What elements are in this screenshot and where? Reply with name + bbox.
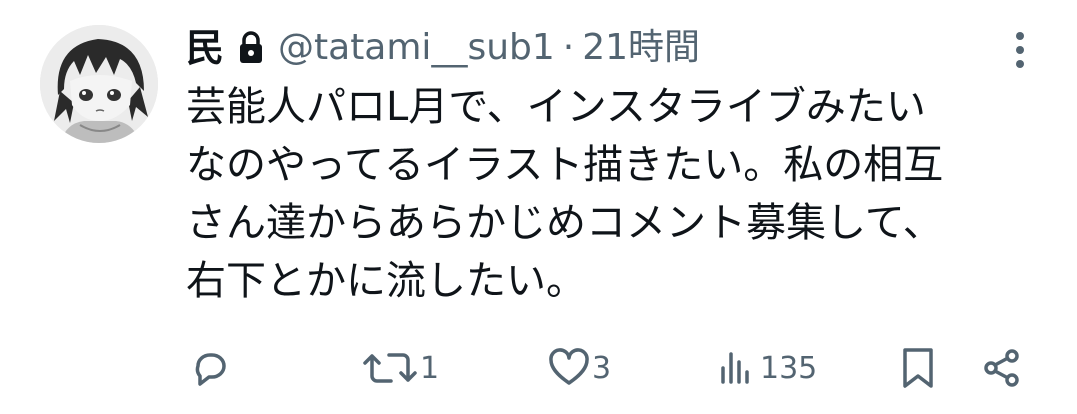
more-icon[interactable] — [1008, 30, 1032, 70]
bookmark-icon — [900, 346, 936, 390]
like-button[interactable]: 3 — [548, 340, 611, 396]
share-icon — [982, 348, 1022, 388]
bookmark-button[interactable] — [900, 340, 936, 396]
action-bar: 1 3 135 — [186, 340, 1036, 396]
retweet-button[interactable]: 1 — [362, 340, 439, 396]
tweet[interactable]: 民 @tatami__sub1 · 21時間 芸能人パロL月で、インスタライブみ… — [0, 0, 1077, 414]
views-icon — [718, 348, 758, 388]
tweet-header: 民 @tatami__sub1 · 21時間 — [186, 18, 700, 78]
separator-dot: · — [562, 27, 575, 68]
like-count: 3 — [592, 350, 612, 386]
views-button[interactable]: 135 — [718, 340, 817, 396]
lock-icon — [238, 31, 264, 65]
tweet-text: 芸能人パロL月で、インスタライブみたい なのやってるイラスト描きたい。私の相互 … — [186, 84, 944, 304]
like-icon — [548, 348, 590, 388]
timestamp[interactable]: 21時間 — [582, 30, 700, 66]
views-count: 135 — [760, 350, 818, 386]
reply-icon — [190, 348, 230, 388]
display-name[interactable]: 民 — [186, 29, 224, 67]
share-button[interactable] — [982, 340, 1022, 396]
reply-button[interactable] — [190, 340, 232, 396]
user-handle[interactable]: @tatami__sub1 — [278, 30, 555, 66]
retweet-icon — [362, 348, 418, 388]
avatar[interactable] — [40, 25, 158, 143]
retweet-count: 1 — [420, 350, 440, 386]
